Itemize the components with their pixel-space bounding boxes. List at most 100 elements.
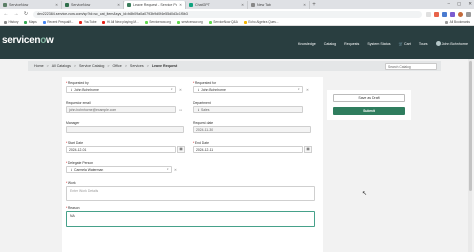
avatar	[435, 41, 441, 46]
bookmark-item[interactable]: History	[4, 20, 18, 24]
bookmarks-bar: History Maps Recent Prequalif... YouTube…	[0, 19, 474, 26]
close-icon[interactable]: ✕	[303, 3, 306, 7]
breadcrumb-separator: >	[124, 64, 127, 68]
start-date-input[interactable]: 2024-12-01	[66, 146, 176, 153]
breadcrumb-home[interactable]: Home	[34, 64, 44, 68]
manager-input[interactable]	[66, 126, 184, 133]
requested-by-field: *Requested by ℹ John Bohnhorne ▼	[66, 81, 176, 93]
requestor-email-input[interactable]: john.bohnhorne@example.com	[66, 106, 176, 113]
nav-catalog[interactable]: Catalog	[324, 42, 336, 46]
requestor-email-field: Requestor email john.bohnhorne@example.c…	[66, 101, 176, 113]
close-icon[interactable]: ✕	[241, 3, 244, 7]
extension-icon[interactable]	[434, 11, 439, 17]
bookmark-favicon-icon	[144, 20, 148, 24]
nav-cart[interactable]: 🛒 Cart	[399, 42, 411, 46]
bookmark-favicon-icon	[24, 20, 28, 24]
nav-knowledge[interactable]: Knowledge	[298, 42, 316, 46]
clear-icon[interactable]: ✕	[306, 88, 309, 92]
clear-icon[interactable]: ✕	[174, 168, 177, 172]
browser-tab[interactable]: ServiceNow ✕	[62, 1, 124, 9]
close-icon[interactable]: ✕	[117, 3, 120, 7]
calendar-icon[interactable]: ▦	[304, 146, 312, 153]
bookmark-favicon-icon	[42, 20, 46, 24]
all-bookmarks[interactable]: All Bookmarks	[445, 20, 470, 24]
bookmark-item[interactable]: YouTube	[79, 20, 96, 24]
new-tab-button[interactable]: +	[310, 1, 318, 9]
browser-tab-bar: ServiceNow ✕ ServiceNow ✕ Leave Request - …	[0, 0, 474, 9]
close-icon[interactable]: ✕	[55, 3, 58, 7]
reload-icon[interactable]: ↻	[23, 11, 29, 17]
maximize-icon[interactable]: ▢	[457, 1, 461, 7]
extension-icon[interactable]	[442, 11, 447, 17]
nav-requests[interactable]: Requests	[344, 42, 359, 46]
tab-favicon-icon	[3, 3, 7, 7]
back-icon[interactable]: ←	[3, 11, 9, 17]
browser-tab[interactable]: ServiceNow ✕	[0, 1, 62, 9]
bookmark-favicon-icon	[102, 20, 106, 24]
tab-favicon-icon	[65, 3, 69, 7]
close-icon[interactable]: ✕	[179, 3, 182, 7]
submit-button[interactable]: Submit	[333, 107, 405, 115]
department-input[interactable]: ℹ Sales	[193, 106, 303, 113]
requested-for-field: *Requested for ℹ John Bohnhorne ▼	[193, 81, 303, 93]
extensions	[426, 11, 471, 17]
bookmark-item[interactable]: ServiceNow Q&A	[208, 20, 238, 24]
bookmark-item[interactable]: Servicenow.org	[144, 20, 171, 24]
requested-by-input[interactable]: ℹ John Bohnhorne ▼	[66, 86, 176, 93]
breadcrumb-service-catalog[interactable]: Service Catalog	[79, 64, 104, 68]
email-clear-icon[interactable]: ▭	[179, 108, 182, 112]
bookmark-item[interactable]: servicenow.org	[177, 20, 203, 24]
minimize-icon[interactable]: –	[447, 1, 450, 7]
request-date-field: Request date 2024-11-30	[193, 121, 311, 133]
breadcrumb-services[interactable]: Services	[130, 64, 144, 68]
menu-icon[interactable]	[466, 11, 471, 17]
breadcrumb: Home > All Catalogs > Service Catalog > Off…	[28, 61, 441, 71]
browser-tab-active[interactable]: Leave Request - Service Portal✕	[124, 1, 186, 9]
browser-tab[interactable]: New Tab ✕	[248, 1, 310, 9]
nav-system-status[interactable]: System Status	[367, 42, 390, 46]
bookmark-item[interactable]: Hi All New playing M...	[102, 20, 139, 24]
bookmark-favicon-icon	[243, 20, 247, 24]
forward-icon[interactable]: →	[13, 11, 19, 17]
work-textarea[interactable]: Enter Work Details	[66, 186, 315, 201]
scrollbar[interactable]	[468, 59, 472, 252]
chevron-down-icon[interactable]: ▼	[298, 88, 300, 91]
breadcrumb-separator: >	[146, 64, 149, 68]
clear-icon[interactable]: ✕	[179, 88, 182, 92]
servicenow-logo[interactable]: servicenow	[2, 35, 54, 46]
bookmark-star-icon[interactable]	[426, 11, 431, 17]
browser-tab[interactable]: ChatGPT ✕	[186, 1, 248, 9]
close-window-icon[interactable]: ✕	[468, 1, 472, 7]
requested-for-input[interactable]: ℹ John Bohnhorne ▼	[193, 86, 303, 93]
breadcrumb-all-catalogs[interactable]: All Catalogs	[52, 64, 71, 68]
extension-icon[interactable]	[450, 11, 455, 17]
chevron-down-icon[interactable]: ▼	[167, 168, 169, 171]
window-controls: – ▢ ✕	[447, 1, 472, 7]
bookmark-item[interactable]: Maps	[24, 20, 37, 24]
save-as-draft-button[interactable]: Save as Draft	[333, 94, 405, 102]
chevron-down-icon[interactable]: ▼	[171, 88, 173, 91]
reason-textarea[interactable]: NA	[66, 211, 315, 227]
user-menu[interactable]: John Bohnhorne	[435, 41, 468, 46]
catalog-search-input[interactable]: Search Catalog	[385, 62, 437, 70]
bookmark-item[interactable]: Recent Prequalif...	[42, 20, 73, 24]
manager-field: Manager	[66, 121, 184, 133]
nav-tours[interactable]: Tours	[419, 42, 428, 46]
leave-request-form: *Requested by ℹ John Bohnhorne ▼ ✕ *Reques…	[62, 77, 323, 252]
profile-icon[interactable]	[458, 11, 463, 17]
end-date-input[interactable]: 2024-12-11	[193, 146, 303, 153]
delegate-person-field: *Delegate Person ℹ Carmela Waterman ▼	[66, 161, 172, 173]
tab-favicon-icon	[127, 3, 131, 7]
delegate-person-input[interactable]: ℹ Carmela Waterman ▼	[66, 166, 172, 173]
url-field[interactable]: dev222384.service-now.com/sp?id=sc_cat_i…	[33, 10, 422, 18]
start-date-field: *Start Date 2024-12-01	[66, 141, 176, 153]
request-date-input[interactable]: 2024-11-30	[193, 126, 311, 133]
breadcrumb-current: Leave Request	[151, 64, 178, 68]
scrollbar-thumb[interactable]	[468, 61, 472, 191]
bookmark-item[interactable]: Echo Algebra Ques...	[243, 20, 279, 24]
calendar-icon[interactable]: ▦	[177, 146, 185, 153]
youtube-icon	[79, 20, 83, 24]
end-date-field: *End Date 2024-12-11	[193, 141, 303, 153]
breadcrumb-office[interactable]: Office	[112, 64, 121, 68]
mouse-cursor-icon: ↖	[362, 191, 368, 197]
